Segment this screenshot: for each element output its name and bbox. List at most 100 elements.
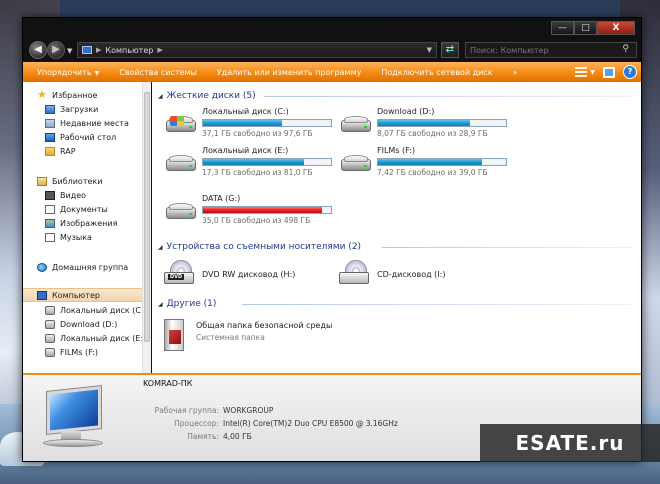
folder-icon (45, 146, 55, 156)
help-icon[interactable]: ? (623, 65, 637, 79)
sandbox-folder-tile[interactable]: Общая папка безопасной среды Системная п… (158, 316, 418, 356)
more-commands-button[interactable]: » (503, 68, 528, 77)
sandbox-folder-icon (164, 319, 184, 351)
drive-free-space: 8,07 ГБ свободно из 28,9 ГБ (377, 129, 488, 138)
sidebar-item-label: Музыка (60, 232, 92, 242)
drive-tile-d[interactable]: Download (D:) 8,07 ГБ свободно из 28,9 Г… (335, 106, 507, 140)
sidebar-item-music[interactable]: Музыка (45, 230, 150, 244)
organize-label: Упорядочить (37, 67, 92, 77)
detail-value: 4,00 ГБ (223, 432, 252, 441)
back-button[interactable]: ◀ (29, 41, 47, 59)
detail-row-workgroup: Рабочая группа: WORKGROUP (123, 406, 443, 418)
detail-key: Память: (187, 432, 219, 441)
sidebar-item-recent-places[interactable]: Недавние места (45, 116, 150, 130)
arrow-right-icon: ▶ (52, 44, 60, 55)
group-header-other[interactable]: ◢ Другие (1) (158, 298, 216, 310)
maximize-button[interactable]: □ (574, 21, 597, 35)
sidebar-item-label: Компьютер (52, 290, 100, 300)
detail-row-memory: Память: 4,00 ГБ (123, 432, 443, 444)
drive-usage-fill (378, 120, 471, 126)
sidebar-item-label: Избранное (52, 90, 98, 100)
collapse-triangle-icon: ◢ (158, 300, 163, 308)
chevron-right-icon[interactable]: ▶ (157, 46, 162, 54)
sidebar-item-label: Видео (60, 190, 87, 200)
sidebar-item-label: Библиотеки (52, 176, 103, 186)
address-bar[interactable]: ▶ Компьютер ▶ ▼ (77, 42, 437, 58)
close-button[interactable]: X (597, 21, 635, 35)
collapse-triangle-icon: ◢ (158, 243, 163, 251)
recent-pages-dropdown[interactable]: ▼ (67, 47, 72, 55)
sidebar-item-label: Локальный диск (C:) (60, 305, 147, 315)
navigation-scrollbar[interactable] (142, 82, 151, 373)
sidebar-item-drive-e[interactable]: Локальный диск (E:) (45, 331, 150, 345)
uninstall-program-button[interactable]: Удалить или изменить программу (207, 68, 372, 77)
chevron-down-icon[interactable]: ▼ (590, 69, 595, 76)
forward-button[interactable]: ▶ (47, 41, 65, 59)
chevron-down-icon: ▼ (94, 69, 100, 77)
system-properties-button[interactable]: Свойства системы (109, 68, 207, 77)
scrollbar-thumb[interactable] (144, 92, 150, 342)
title-bar[interactable]: — □ X (23, 18, 641, 38)
drive-tile-c[interactable]: Локальный диск (C:) 37,1 ГБ свободно из … (160, 106, 332, 140)
refresh-icon: ⇄ (445, 44, 455, 55)
sidebar-item-drive-f[interactable]: FILMs (F:) (45, 345, 150, 359)
drive-tile-e[interactable]: Локальный диск (E:) 17,3 ГБ свободно из … (160, 145, 332, 179)
breadcrumb-computer[interactable]: Компьютер (105, 46, 153, 55)
drive-usage-bar (202, 119, 332, 127)
drive-tile-i[interactable]: CD-дисковод (I:) (335, 258, 507, 292)
change-view-icon[interactable] (575, 67, 588, 77)
sidebar-item-desktop[interactable]: Рабочий стол (45, 130, 150, 144)
refresh-button[interactable]: ⇄ (441, 42, 459, 58)
detail-row-processor: Процессор: Intel(R) Core(TM)2 Duo CPU E8… (123, 419, 443, 431)
explorer-window: — □ X ◀ ▶ ▼ ▶ Компьютер ▶ ▼ ⇄ ⚲ Упорядоч… (22, 17, 642, 462)
drive-tile-g[interactable]: DATA (G:) 35,0 ГБ свободно из 498 ГБ (160, 193, 332, 227)
group-header-label: Жесткие диски (5) (166, 91, 256, 101)
sidebar-item-label: Недавние места (60, 118, 129, 128)
address-dropdown[interactable]: ▼ (427, 46, 432, 54)
drive-tile-f[interactable]: FILMs (F:) 7,42 ГБ свободно из 39,0 ГБ (335, 145, 507, 179)
chevron-right-icon[interactable]: ▶ (96, 46, 101, 54)
group-header-removable[interactable]: ◢ Устройства со съемными носителями (2) (158, 241, 361, 253)
desktop-icon (45, 132, 55, 142)
computer-icon (37, 290, 47, 300)
preview-pane-icon[interactable] (603, 66, 615, 78)
sidebar-item-rap[interactable]: RAP (45, 144, 150, 158)
hard-drive-icon (45, 333, 55, 343)
libraries-icon (37, 176, 47, 186)
computer-icon (82, 46, 92, 54)
search-input[interactable] (465, 42, 637, 58)
drive-usage-fill (203, 120, 283, 126)
sidebar-item-label: Локальный диск (E:) (60, 333, 147, 343)
command-toolbar: Упорядочить ▼ Свойства системы Удалить ил… (23, 62, 641, 82)
drive-free-space: 17,3 ГБ свободно из 81,0 ГБ (202, 168, 313, 177)
sidebar-item-documents[interactable]: Документы (45, 202, 150, 216)
collapse-triangle-icon: ◢ (158, 92, 163, 100)
drive-name: Download (D:) (377, 107, 435, 116)
sidebar-item-computer[interactable]: Компьютер (23, 288, 142, 302)
item-name: Общая папка безопасной среды (196, 321, 333, 330)
hard-drive-icon (166, 116, 196, 133)
drive-usage-fill (378, 159, 482, 165)
sidebar-item-label: Документы (60, 204, 108, 214)
sidebar-item-libraries[interactable]: Библиотеки (37, 174, 150, 188)
minimize-button[interactable]: — (551, 21, 574, 35)
sidebar-item-homegroup[interactable]: Домашняя группа (37, 260, 150, 274)
sidebar-item-drive-c[interactable]: Локальный диск (C:) (45, 303, 150, 317)
sidebar-item-images[interactable]: Изображения (45, 216, 150, 230)
sidebar-item-downloads[interactable]: Загрузки (45, 102, 150, 116)
drive-tile-h[interactable]: DVD DVD RW дисковод (H:) (160, 258, 332, 292)
map-network-drive-button[interactable]: Подключить сетевой диск (371, 68, 502, 77)
homegroup-icon (37, 262, 47, 272)
sidebar-item-drive-d[interactable]: Download (D:) (45, 317, 150, 331)
group-header-hard-disks[interactable]: ◢ Жесткие диски (5) (158, 90, 256, 102)
detail-value: WORKGROUP (223, 406, 274, 415)
sidebar-item-video[interactable]: Видео (45, 188, 150, 202)
detail-value: Intel(R) Core(TM)2 Duo CPU E8500 @ 3.16G… (223, 419, 398, 428)
sidebar-item-favorites[interactable]: ★ Избранное (37, 88, 150, 102)
windows-logo-icon (170, 116, 184, 126)
star-icon: ★ (37, 88, 47, 101)
search-icon[interactable]: ⚲ (622, 44, 629, 54)
organize-button[interactable]: Упорядочить ▼ (23, 68, 109, 77)
group-divider (264, 96, 634, 97)
hard-drive-icon (166, 203, 196, 220)
